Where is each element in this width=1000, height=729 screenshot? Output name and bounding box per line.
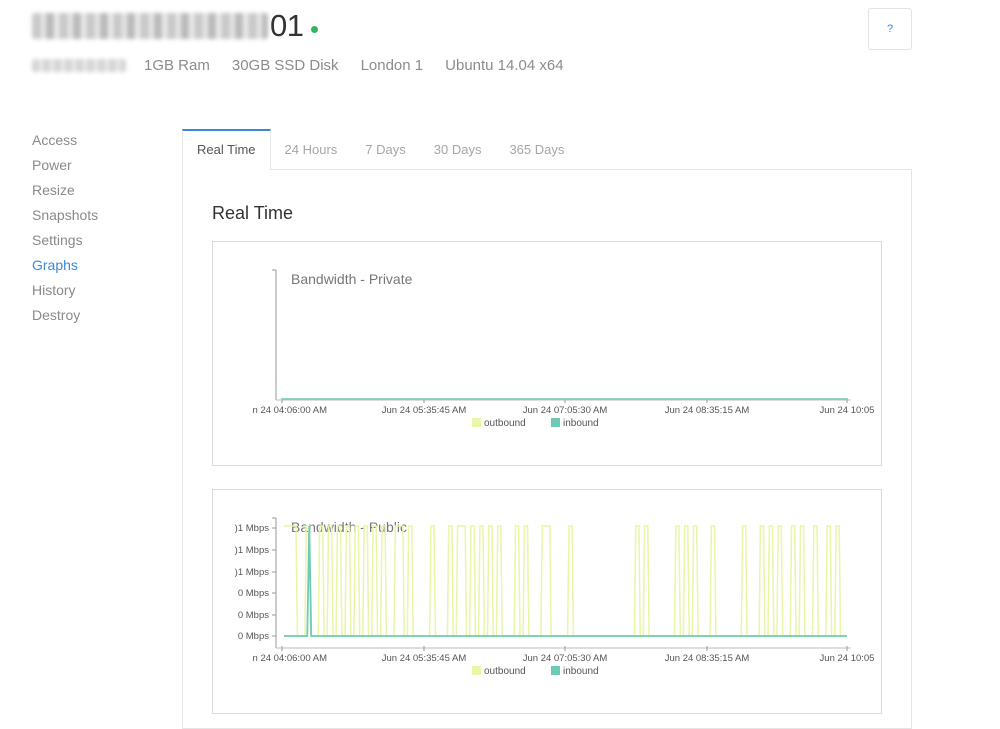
y-tick-label: )1 Mbps <box>235 523 270 534</box>
y-tick-label: )1 Mbps <box>235 545 270 556</box>
legend-label-outbound: outbound <box>484 666 526 677</box>
chart-bandwidth-private: Bandwidth - Private n 24 04:06:00 AM Jun 2… <box>212 241 882 466</box>
legend-label-outbound: outbound <box>484 418 526 429</box>
redacted-ip-address <box>32 59 126 72</box>
x-tick-label: n 24 04:06:00 AM <box>253 405 328 416</box>
x-tick-label: Jun 24 08:35:15 AM <box>665 653 750 664</box>
series-outbound-line <box>284 525 845 637</box>
droplet-sidebar: Access Power Resize Snapshots Settings G… <box>32 128 98 328</box>
x-tick-label: Jun 24 08:35:15 AM <box>665 405 750 416</box>
help-button[interactable]: ? <box>868 8 912 50</box>
bandwidth-public-svg: Bandwidth - Publicn 24 04:06:00 AM Jun 24… <box>235 517 875 677</box>
legend-swatch-inbound <box>551 418 560 427</box>
droplet-name-suffix: 01 <box>270 8 304 43</box>
graph-range-tabs: Real Time 24 Hours 7 Days 30 Days 365 Da… <box>182 129 578 170</box>
y-tick-label: 0 Mbps <box>238 588 269 599</box>
x-tick-label: Jun 24 07:05:30 AM <box>523 653 608 664</box>
spec-region: London 1 <box>360 57 424 74</box>
sidebar-item-destroy[interactable]: Destroy <box>32 303 98 328</box>
x-tick-label: Jun 24 05:35:45 AM <box>382 653 467 664</box>
x-tick-label: Jun 24 10:05 <box>820 405 875 416</box>
legend-label-inbound: inbound <box>563 666 599 677</box>
sidebar-item-access[interactable]: Access <box>32 128 98 153</box>
x-tick-label: Jun 24 05:35:45 AM <box>382 405 467 416</box>
sidebar-item-snapshots[interactable]: Snapshots <box>32 203 98 228</box>
sidebar-item-graphs[interactable]: Graphs <box>32 253 98 278</box>
chart-title: Bandwidth - Private <box>291 271 413 287</box>
legend-swatch-inbound <box>551 666 560 675</box>
spec-image: Ubuntu 14.04 x64 <box>445 57 564 74</box>
panel-heading: Real Time <box>212 203 294 223</box>
y-tick-label: )1 Mbps <box>235 567 270 578</box>
sidebar-item-power[interactable]: Power <box>32 153 98 178</box>
tab-real-time[interactable]: Real Time <box>182 129 271 170</box>
redacted-droplet-name <box>32 13 268 39</box>
spec-ram: 1GB Ram <box>144 57 210 74</box>
tab-30-days[interactable]: 30 Days <box>420 129 496 170</box>
chart-bandwidth-public: Bandwidth - Public n 24 04:06:00 AM Jun 24… <box>212 489 882 714</box>
sidebar-item-history[interactable]: History <box>32 278 98 303</box>
droplet-title: 01 <box>32 6 319 46</box>
tab-7-days[interactable]: 7 Days <box>351 129 419 170</box>
x-tick-label: Jun 24 10:05 <box>820 653 875 664</box>
droplet-specs: 1GB Ram 30GB SSD Disk London 1 Ubuntu 14… <box>32 57 586 74</box>
tab-24-hours[interactable]: 24 Hours <box>271 129 352 170</box>
legend-swatch-outbound <box>472 418 481 427</box>
tab-365-days[interactable]: 365 Days <box>495 129 578 170</box>
y-tick-label: 0 Mbps <box>238 610 269 621</box>
bandwidth-private-svg: Bandwidth - Private n 24 04:06:00 AM Jun 2… <box>253 269 875 429</box>
x-tick-label: Jun 24 07:05:30 AM <box>523 405 608 416</box>
sidebar-item-settings[interactable]: Settings <box>32 228 98 253</box>
spec-disk: 30GB SSD Disk <box>231 57 339 74</box>
status-online-indicator <box>311 25 319 33</box>
y-tick-label: 0 Mbps <box>238 631 269 642</box>
legend-label-inbound: inbound <box>563 418 599 429</box>
legend-swatch-outbound <box>472 666 481 675</box>
x-tick-label: n 24 04:06:00 AM <box>253 653 328 664</box>
sidebar-item-resize[interactable]: Resize <box>32 178 98 203</box>
